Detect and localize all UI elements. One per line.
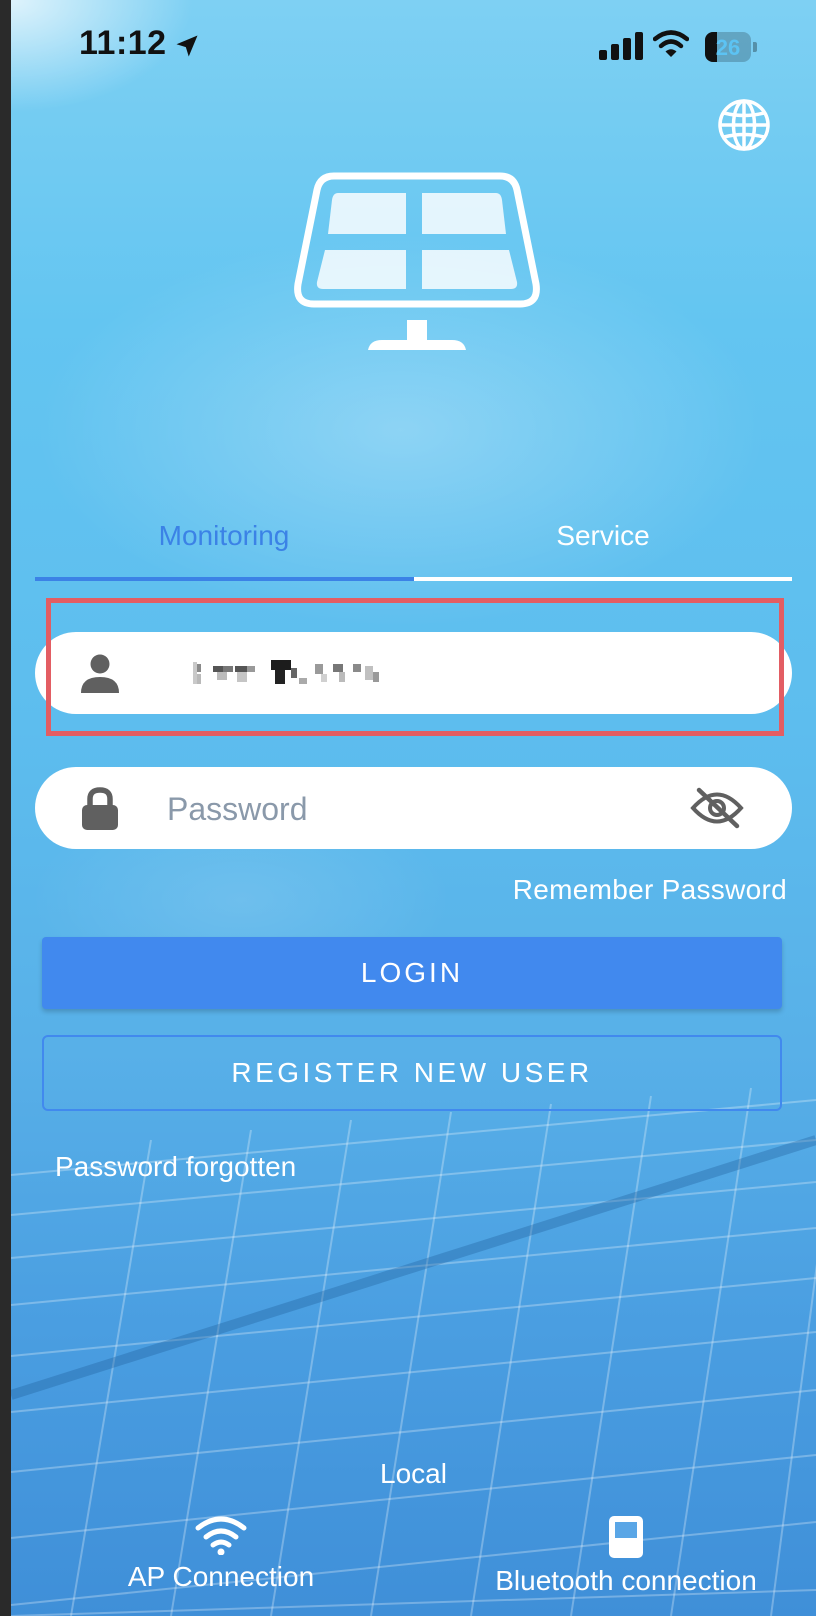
tab-monitoring[interactable]: Monitoring (35, 520, 413, 560)
location-arrow-icon (176, 35, 198, 57)
login-button[interactable]: LOGIN (42, 937, 782, 1009)
solar-panel-icon (294, 172, 540, 350)
login-tabs: Monitoring Service (35, 520, 792, 581)
user-icon (81, 654, 119, 693)
remember-password-label[interactable]: Remember Password (513, 874, 787, 906)
password-input[interactable] (165, 779, 669, 839)
tab-service[interactable]: Service (414, 520, 792, 560)
password-forgotten-link[interactable]: Password forgotten (55, 1151, 296, 1183)
battery-level: 26 (715, 35, 741, 60)
status-time: 11:12 (79, 24, 167, 62)
globe-icon[interactable] (717, 98, 771, 152)
lock-icon (82, 787, 118, 830)
ap-connection-label: AP Connection (127, 1561, 315, 1592)
cellular-signal-icon (599, 32, 643, 60)
login-screen: 11:12 26 Monitoring Service Remember Pas… (11, 0, 816, 1616)
bluetooth-device-icon (609, 1516, 643, 1558)
username-field[interactable] (35, 632, 792, 714)
tab-active-indicator (35, 577, 414, 581)
bluetooth-connection-label: Bluetooth connection (495, 1565, 757, 1596)
ap-connection-button[interactable]: AP Connection (101, 1515, 341, 1593)
register-new-user-button[interactable]: REGISTER NEW USER (42, 1035, 782, 1111)
password-field[interactable] (35, 767, 792, 849)
bluetooth-connection-button[interactable]: Bluetooth connection (471, 1515, 781, 1597)
wifi-icon (195, 1516, 247, 1555)
username-redacted-text (193, 660, 379, 684)
eye-slash-icon[interactable] (690, 787, 744, 829)
battery-icon: 26 (705, 32, 757, 62)
wifi-icon (653, 30, 689, 57)
local-label: Local (380, 1458, 447, 1489)
